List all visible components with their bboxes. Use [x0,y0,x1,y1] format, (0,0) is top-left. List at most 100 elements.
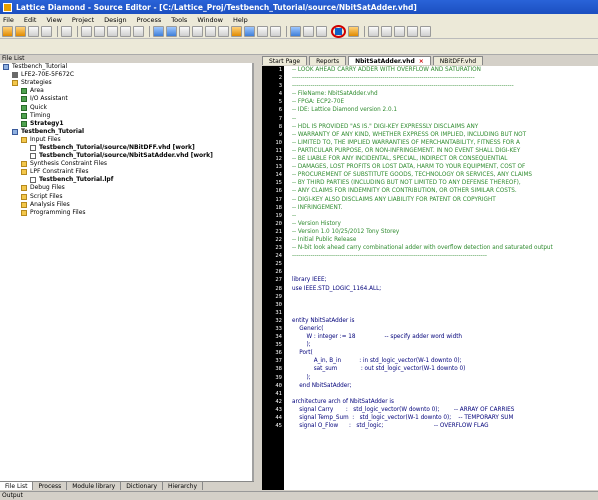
code-line[interactable]: use IEEE.STD_LOGIC_1164.ALL; [292,285,598,293]
file-tree-item[interactable]: Quick [0,103,252,111]
new-file-icon[interactable] [2,26,13,37]
menu-tools[interactable]: Tools [171,16,187,24]
code-line[interactable]: -- WARRANTY OF ANY KIND, WHETHER EXPRESS… [292,131,598,139]
tab-hierarchy[interactable]: Hierarchy [163,482,204,490]
window-tile-icon[interactable] [368,26,379,37]
menu-file[interactable]: File [3,16,14,24]
code-line[interactable] [292,260,598,268]
save-icon[interactable] [28,26,39,37]
code-line[interactable]: signal Temp_Sum : std_logic_vector(W-1 d… [292,414,598,422]
code-line[interactable]: -- FileName: NbitSatAdder.vhd [292,90,598,98]
tab-nbitsatadder[interactable]: NbitSatAdder.vhd × [348,56,431,65]
code-line[interactable]: -- Initial Public Release [292,236,598,244]
file-tree-item[interactable]: Input Files [0,136,252,144]
menu-window[interactable]: Window [197,16,223,24]
save-all-icon[interactable] [41,26,52,37]
tab-start-page[interactable]: Start Page [262,56,308,65]
menu-process[interactable]: Process [137,16,162,24]
window-split-icon[interactable] [394,26,405,37]
code-line[interactable]: -- LOOK AHEAD CARRY ADDER WITH OVERFLOW … [292,66,598,74]
code-line[interactable]: signal O_Flow : std_logic; -- OVERFLOW F… [292,422,598,430]
code-line[interactable]: -- DAMAGES, LOST PROFITS OR LOST DATA, H… [292,163,598,171]
stop-icon[interactable] [257,26,268,37]
code-line[interactable]: A_in, B_in : in std_logic_vector(W-1 dow… [292,357,598,365]
code-line[interactable] [292,293,598,301]
menu-view[interactable]: View [46,16,61,24]
code-line[interactable]: -- N-bit look ahead carry combinational … [292,244,598,252]
tab-nbitdff[interactable]: NBitDFF.vhd [432,56,484,65]
code-line[interactable]: Generic( [292,325,598,333]
code-line[interactable]: signal Carry : std_logic_vector(W downto… [292,406,598,414]
code-line[interactable]: -- FPGA: ECP2-70E [292,98,598,106]
tab-file-list[interactable]: File List [0,482,34,490]
code-line[interactable]: -- HDL IS PROVIDED "AS IS." DIGI-KEY EXP… [292,123,598,131]
file-tree-item[interactable]: Strategy1 [0,120,252,128]
tab-process[interactable]: Process [33,482,68,490]
spreadsheet-view-icon[interactable] [290,26,301,37]
copy-icon[interactable] [94,26,105,37]
cut-icon[interactable] [81,26,92,37]
code-line[interactable]: ); [292,341,598,349]
file-tree-item[interactable]: LPF Constraint Files [0,168,252,176]
report-icon[interactable] [270,26,281,37]
code-line[interactable]: -- ANY CLAIMS FOR INDEMNITY OR CONTRIBUT… [292,187,598,195]
file-tree-item[interactable]: LFE2-70E-5F672C [0,71,252,79]
code-line[interactable]: -- DIGI-KEY ALSO DISCLAIMS ANY LIABILITY… [292,196,598,204]
menu-help[interactable]: Help [233,16,248,24]
comment-icon[interactable] [218,26,229,37]
code-line[interactable]: -- IDE: Lattice Diamond version 2.0.1 [292,106,598,114]
file-tree-item[interactable]: Testbench_Tutorial/source/NBitDFF.vhd [w… [0,144,252,152]
code-line[interactable]: -- PARTICULAR PURPOSE, OR NON-INFRINGEME… [292,147,598,155]
netlist-view-icon[interactable] [303,26,314,37]
code-line[interactable]: -- BY THIRD PARTIES (INCLUDING BUT NOT L… [292,179,598,187]
tab-module-library[interactable]: Module library [67,482,122,490]
outdent-icon[interactable] [205,26,216,37]
file-tree-item[interactable]: Timing [0,112,252,120]
file-tree-item[interactable]: Programming Files [0,209,252,217]
file-tree-item[interactable]: Strategies [0,79,252,87]
code-line[interactable]: library IEEE; [292,276,598,284]
simulation-wizard-icon[interactable] [331,25,346,38]
zoom-icon[interactable] [166,26,177,37]
file-tree-item[interactable]: Synthesis Constraint Files [0,160,252,168]
window-close-icon[interactable] [407,26,418,37]
code-line[interactable]: architecture arch of NbitSatAdder is [292,398,598,406]
code-line[interactable]: -- [292,212,598,220]
code-line[interactable]: sat_sum : out std_logic_vector(W-1 downt… [292,365,598,373]
file-tree-item[interactable]: Testbench_Tutorial [0,128,252,136]
code-line[interactable]: W : integer := 18 -- specify adder word … [292,333,598,341]
file-tree-item[interactable]: Script Files [0,193,252,201]
print-icon[interactable] [61,26,72,37]
paste-icon[interactable] [107,26,118,37]
file-tree-item[interactable]: Debug Files [0,184,252,192]
menu-design[interactable]: Design [104,16,126,24]
strategy-icon[interactable] [231,26,242,37]
code-line[interactable]: -- BE LIABLE FOR ANY INCIDENTAL, SPECIAL… [292,155,598,163]
code-editor[interactable]: -- LOOK AHEAD CARRY ADDER WITH OVERFLOW … [284,66,598,490]
reveal-icon[interactable] [348,26,359,37]
code-line[interactable]: -- LIMITED TO, THE IMPLIED WARRANTIES OF… [292,139,598,147]
window-restore-icon[interactable] [420,26,431,37]
bookmark-icon[interactable] [179,26,190,37]
tab-reports[interactable]: Reports [309,56,347,65]
file-tree-item[interactable]: Analysis Files [0,201,252,209]
code-line[interactable]: -- Version 1.0 10/25/2012 Tony Storey [292,228,598,236]
code-line[interactable]: entity NbitSatAdder is [292,317,598,325]
tab-dictionary[interactable]: Dictionary [121,482,164,490]
code-line[interactable] [292,390,598,398]
menu-edit[interactable]: Edit [24,16,37,24]
file-tree-item[interactable]: Testbench_Tutorial [0,63,252,71]
indent-icon[interactable] [192,26,203,37]
code-line[interactable]: -- Version History [292,220,598,228]
code-line[interactable]: Port( [292,349,598,357]
code-line[interactable]: ); [292,374,598,382]
find-icon[interactable] [153,26,164,37]
run-icon[interactable] [244,26,255,37]
code-line[interactable]: ----------------------------------------… [292,252,598,260]
code-line[interactable]: ----------------------------------------… [292,82,598,90]
code-line[interactable]: -- PROCUREMENT OF SUBSTITUTE GOODS, TECH… [292,171,598,179]
code-line[interactable]: -- [292,115,598,123]
code-line[interactable] [292,268,598,276]
redo-icon[interactable] [133,26,144,37]
file-tree-item[interactable]: Testbench_Tutorial.lpf [0,176,252,184]
